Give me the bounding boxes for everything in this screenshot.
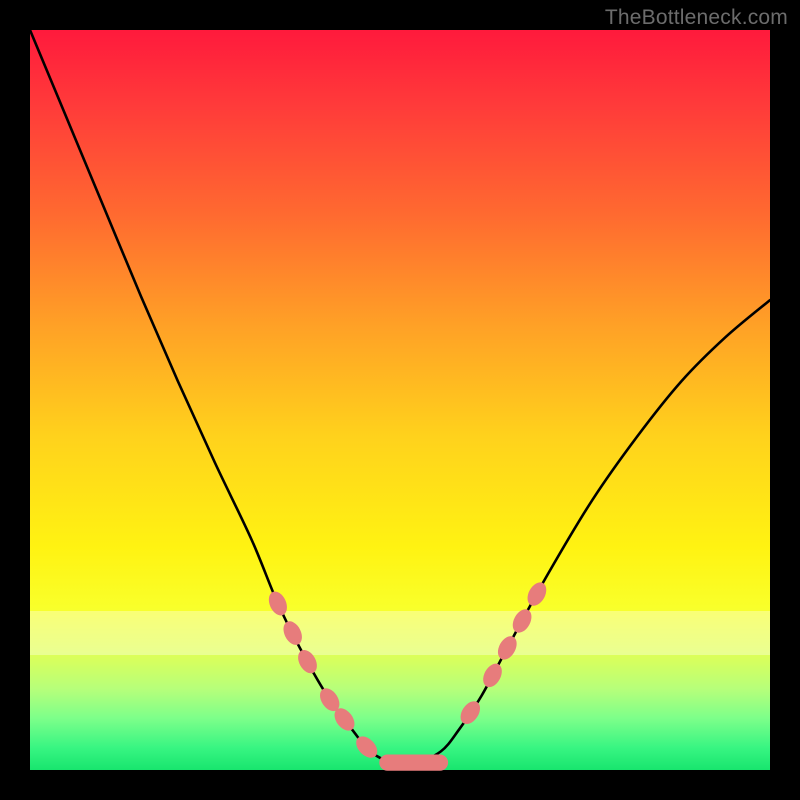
curve-marker: [479, 660, 505, 690]
watermark-text: TheBottleneck.com: [605, 6, 788, 30]
curve-layer: [30, 30, 770, 770]
bottleneck-curve: [30, 30, 770, 764]
markers-group: [265, 579, 550, 771]
curve-marker: [265, 589, 290, 619]
chart-frame: TheBottleneck.com: [0, 0, 800, 800]
curve-marker: [457, 698, 485, 728]
trough-marker: [379, 754, 448, 770]
curve-marker: [494, 633, 520, 663]
curve-marker: [509, 606, 535, 636]
curve-marker: [524, 579, 550, 609]
curve-marker: [280, 618, 306, 648]
curve-marker: [294, 647, 320, 677]
